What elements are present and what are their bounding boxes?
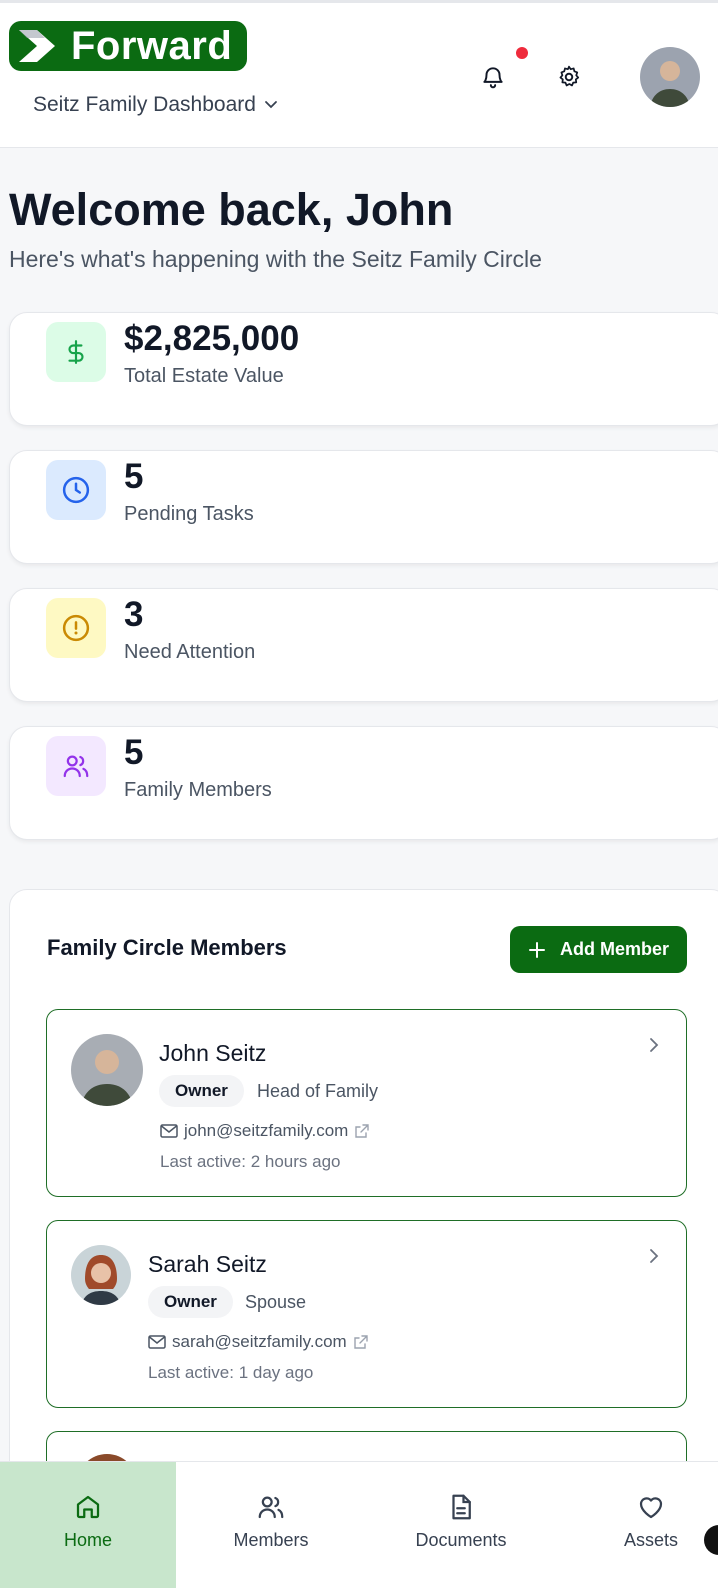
nav-members[interactable]: Members: [176, 1462, 366, 1588]
email-row[interactable]: sarah@seitzfamily.com: [148, 1332, 369, 1352]
add-member-button[interactable]: Add Member: [510, 926, 687, 973]
member-card-john[interactable]: John Seitz Owner Head of Family john@sei…: [46, 1009, 687, 1197]
stat-value: 5: [124, 733, 144, 772]
member-email: john@seitzfamily.com: [184, 1121, 349, 1140]
member-card-sarah[interactable]: Sarah Seitz Owner Spouse sarah@seitzfami…: [46, 1220, 687, 1408]
chevron-down-icon: [265, 101, 277, 109]
avatar: [71, 1245, 131, 1305]
forward-arrow-icon: [19, 30, 55, 62]
role-badge: Owner: [159, 1075, 244, 1107]
user-avatar[interactable]: [640, 47, 700, 107]
stat-label: Pending Tasks: [124, 503, 254, 525]
users-icon: [46, 736, 106, 796]
external-link-icon[interactable]: [354, 1123, 370, 1139]
stat-label: Need Attention: [124, 641, 256, 663]
dashboard-selector-label: Seitz Family Dashboard: [33, 93, 256, 116]
plus-icon: [528, 941, 545, 958]
stat-label: Total Estate Value: [124, 365, 284, 387]
member-relation: Head of Family: [257, 1081, 379, 1101]
stat-card-estate-value[interactable]: $2,825,000 Total Estate Value: [9, 312, 718, 426]
nav-label: Home: [63, 1530, 112, 1550]
nav-label: Documents: [415, 1530, 507, 1550]
dashboard-selector[interactable]: Seitz Family Dashboard: [33, 93, 278, 117]
nav-home[interactable]: Home: [0, 1462, 176, 1588]
stat-label: Family Members: [124, 779, 272, 801]
stat-value: $2,825,000: [124, 319, 300, 358]
document-icon: [452, 1494, 471, 1520]
home-icon: [76, 1495, 100, 1519]
member-email: sarah@seitzfamily.com: [172, 1332, 347, 1351]
nav-label: Members: [233, 1530, 309, 1550]
bell-icon[interactable]: [480, 64, 506, 90]
mail-icon: [160, 1124, 178, 1138]
last-active: Last active: 2 hours ago: [160, 1152, 341, 1171]
member-name: John Seitz: [159, 1040, 267, 1066]
stat-card-need-attention[interactable]: 3 Need Attention: [9, 588, 718, 702]
logo-text: Forward: [71, 24, 233, 68]
stat-card-pending-tasks[interactable]: 5 Pending Tasks: [9, 450, 718, 564]
member-name: Sarah Seitz: [148, 1251, 267, 1277]
gear-icon[interactable]: [556, 64, 582, 90]
nav-assets[interactable]: Assets: [556, 1462, 718, 1588]
panel-title: Family Circle Members: [47, 935, 287, 960]
last-active: Last active: 1 day ago: [148, 1363, 314, 1382]
add-member-label: Add Member: [559, 939, 669, 959]
chevron-right-icon: [650, 1249, 659, 1263]
page-title: Welcome back, John: [9, 184, 454, 235]
stat-value: 5: [124, 457, 144, 496]
clock-icon: [46, 460, 106, 520]
role-badge: Owner: [148, 1286, 233, 1318]
nav-documents[interactable]: Documents: [366, 1462, 556, 1588]
stat-card-family-members[interactable]: 5 Family Members: [9, 726, 718, 840]
email-row[interactable]: john@seitzfamily.com: [160, 1121, 370, 1141]
page-subtitle: Here's what's happening with the Seitz F…: [9, 246, 542, 272]
top-header: Forward Seitz Family Dashboard: [0, 0, 718, 148]
users-icon: [258, 1496, 284, 1519]
mail-icon: [148, 1335, 166, 1349]
dollar-icon: [46, 322, 106, 382]
bottom-navigation: Home Members Documents Assets: [0, 1461, 718, 1588]
heart-icon: [639, 1497, 663, 1519]
forward-logo[interactable]: Forward: [9, 21, 247, 71]
alert-circle-icon: [46, 598, 106, 658]
avatar: [71, 1034, 143, 1106]
chevron-right-icon: [650, 1038, 659, 1052]
nav-label: Assets: [623, 1530, 679, 1550]
external-link-icon[interactable]: [353, 1334, 369, 1350]
member-relation: Spouse: [245, 1292, 307, 1312]
notification-dot: [516, 47, 528, 59]
stat-value: 3: [124, 595, 144, 634]
